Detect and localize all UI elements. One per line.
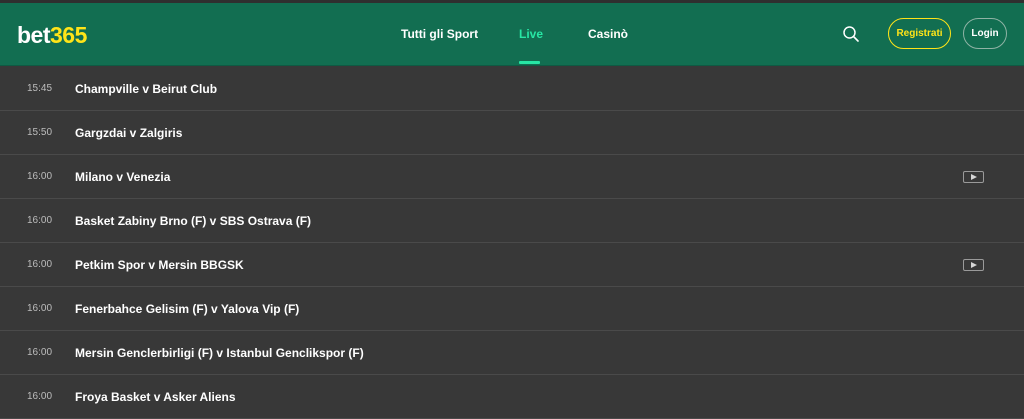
match-time: 16:00: [27, 303, 53, 314]
match-row[interactable]: 16:00 Basket Zabiny Brno (F) v SBS Ostra…: [0, 199, 1024, 243]
logo-text-bet: bet: [17, 22, 51, 48]
match-row[interactable]: 16:00 Milano v Venezia: [0, 155, 1024, 199]
match-time: 15:50: [27, 127, 53, 138]
match-row[interactable]: 16:00 Mersin Genclerbirligi (F) v Istanb…: [0, 331, 1024, 375]
match-time: 16:00: [27, 215, 53, 226]
match-list: 15:45 Champville v Beirut Club 15:50 Gar…: [0, 67, 1024, 419]
match-name[interactable]: Basket Zabiny Brno (F) v SBS Ostrava (F): [75, 199, 311, 243]
logo-text-365: 365: [50, 22, 87, 48]
register-button[interactable]: Registrati: [888, 18, 951, 49]
bet365-logo[interactable]: bet365: [17, 21, 87, 49]
match-name[interactable]: Petkim Spor v Mersin BBGSK: [75, 243, 244, 287]
nav-casino[interactable]: Casinò: [588, 3, 628, 66]
match-name[interactable]: Mersin Genclerbirligi (F) v Istanbul Gen…: [75, 331, 364, 375]
match-name[interactable]: Champville v Beirut Club: [75, 67, 217, 111]
match-time: 16:00: [27, 259, 53, 270]
nav-live-underline: [519, 61, 540, 64]
match-name[interactable]: Fenerbahce Gelisim (F) v Yalova Vip (F): [75, 287, 299, 331]
search-icon[interactable]: [842, 25, 860, 43]
match-row[interactable]: 16:00 Petkim Spor v Mersin BBGSK: [0, 243, 1024, 287]
match-time: 16:00: [27, 171, 53, 182]
site-header: bet365 Tutti gli Sport Live Casinò Regis…: [0, 3, 1024, 66]
match-row[interactable]: 16:00 Froya Basket v Asker Aliens: [0, 375, 1024, 419]
match-time: 16:00: [27, 347, 53, 358]
login-button[interactable]: Login: [963, 18, 1007, 49]
match-name[interactable]: Milano v Venezia: [75, 155, 170, 199]
match-row[interactable]: 15:45 Champville v Beirut Club: [0, 67, 1024, 111]
nav-tutti-gli-sport[interactable]: Tutti gli Sport: [401, 3, 478, 66]
match-row[interactable]: 15:50 Gargzdai v Zalgiris: [0, 111, 1024, 155]
match-time: 15:45: [27, 83, 53, 94]
match-name[interactable]: Froya Basket v Asker Aliens: [75, 375, 236, 419]
live-stream-icon[interactable]: [963, 171, 984, 183]
nav-live[interactable]: Live: [519, 3, 543, 66]
match-row[interactable]: 16:00 Fenerbahce Gelisim (F) v Yalova Vi…: [0, 287, 1024, 331]
match-name[interactable]: Gargzdai v Zalgiris: [75, 111, 182, 155]
live-stream-icon[interactable]: [963, 259, 984, 271]
match-time: 16:00: [27, 391, 53, 402]
